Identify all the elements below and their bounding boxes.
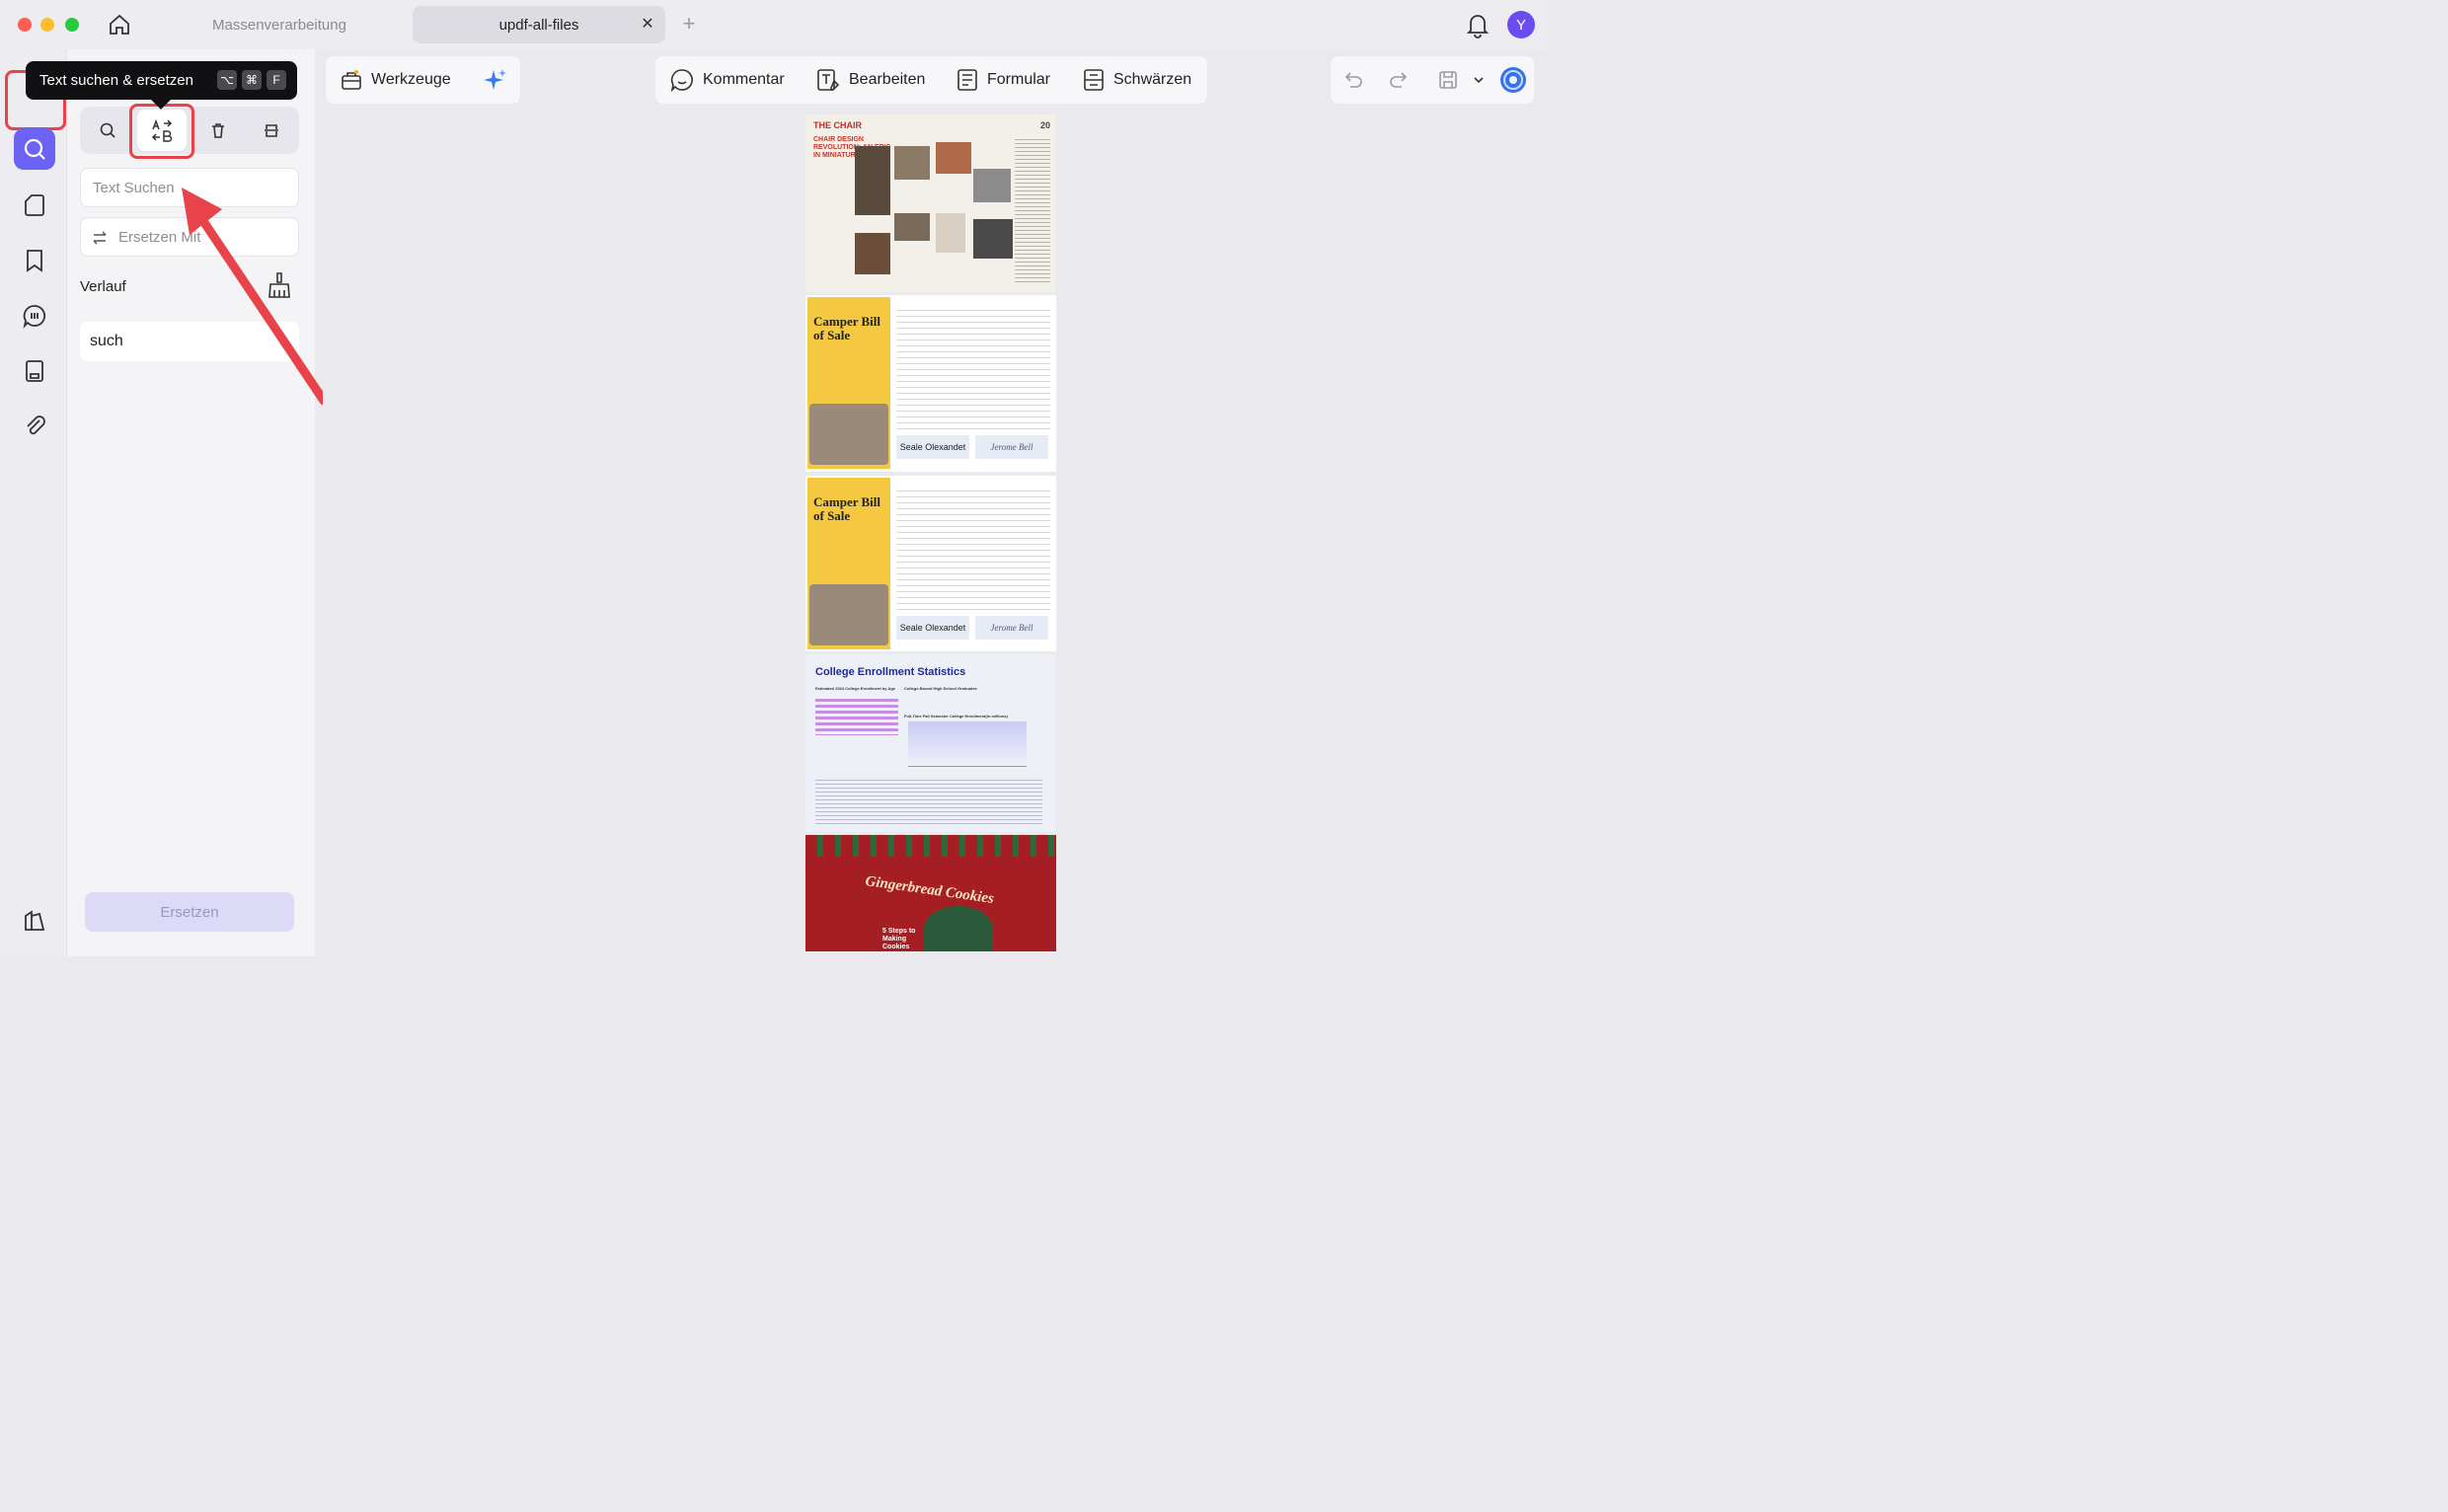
page1-image xyxy=(855,233,890,274)
page5-decoration xyxy=(805,835,1056,857)
page4-subtitle-1: Estimated 2024 College Enrollment by Age xyxy=(815,686,895,691)
redact-icon xyxy=(1084,69,1104,91)
form-button[interactable]: Formular xyxy=(956,56,1050,104)
page1-image xyxy=(894,146,930,180)
history-item-label: such xyxy=(90,333,123,349)
tab-label: Massenverarbeitung xyxy=(212,16,346,34)
page5-title: Gingerbread Cookies xyxy=(864,872,995,908)
page-thumbnail-1[interactable]: THE CHAIR 20 CHAIR DESIGN REVOLUTION: AN… xyxy=(805,114,1056,292)
swap-icon xyxy=(91,229,109,251)
main-toolbar: Kommentar Bearbeiten Formular Schwärzen xyxy=(655,56,1207,104)
home-icon[interactable] xyxy=(105,10,134,39)
page3-text-block xyxy=(896,486,1050,612)
page1-image xyxy=(855,146,890,215)
page3-title: Camper Bill of Sale xyxy=(813,494,881,523)
edit-label: Bearbeiten xyxy=(849,71,926,88)
form-label: Formular xyxy=(987,71,1051,88)
camper-image xyxy=(809,404,888,465)
layers-icon[interactable] xyxy=(22,908,47,939)
chevron-down-icon[interactable] xyxy=(1473,56,1485,104)
page-thumbnail-5[interactable]: Gingerbread Cookies 5 Steps to Making Co… xyxy=(805,835,1056,951)
title-bar: Massenverarbeitung updf-all-files ✕ + Y xyxy=(0,0,1548,49)
tools-group: Werkzeuge xyxy=(326,56,520,104)
option-key: ⌥ xyxy=(217,70,237,90)
tools-button[interactable]: Werkzeuge xyxy=(340,56,451,104)
zoom-window-button[interactable] xyxy=(65,18,79,32)
close-window-button[interactable] xyxy=(18,18,32,32)
tooltip: Text suchen & ersetzen ⌥ ⌘ F xyxy=(26,61,297,100)
redo-icon[interactable] xyxy=(1388,56,1410,104)
edit-button[interactable]: Bearbeiten xyxy=(815,56,925,104)
page-thumbnail-2[interactable]: Camper Bill of Sale Seale Olexandet Jero… xyxy=(805,295,1056,472)
page-thumbnail-4[interactable]: College Enrollment Statistics Estimated … xyxy=(805,654,1056,832)
form-icon xyxy=(957,69,977,91)
search-mode-button[interactable] xyxy=(83,110,132,151)
save-icon[interactable] xyxy=(1437,56,1459,104)
redact-mode-icon[interactable] xyxy=(247,110,296,151)
minimize-window-button[interactable] xyxy=(40,18,54,32)
gingerbread-man-image xyxy=(924,906,993,951)
redact-button[interactable]: Schwärzen xyxy=(1082,56,1191,104)
page4-subtitle-3: Full-Time Fall Semester College Enrollme… xyxy=(904,714,1008,718)
replace-mode-highlight-box xyxy=(129,104,194,159)
attachment-page-icon[interactable] xyxy=(14,350,55,392)
page4-bar-chart xyxy=(815,696,898,735)
page-thumbnail-3[interactable]: Camper Bill of Sale Seale Olexandet Jero… xyxy=(805,476,1056,651)
replace-button-label: Ersetzen xyxy=(160,903,219,921)
page1-text-column xyxy=(1015,136,1050,284)
page1-title: THE CHAIR xyxy=(813,120,862,130)
page1-image xyxy=(936,142,971,174)
avatar-letter: Y xyxy=(1515,16,1526,34)
page1-image xyxy=(973,169,1011,202)
page-thumbnail-icon[interactable] xyxy=(14,185,55,226)
bell-icon[interactable] xyxy=(1465,11,1491,38)
seller-signature: Seale Olexandet xyxy=(896,616,969,640)
tab-massenverarbeitung[interactable]: Massenverarbeitung xyxy=(154,6,405,43)
history-label: Verlauf xyxy=(80,278,126,295)
buyer-signature: Jerome Bell xyxy=(975,616,1048,640)
camper-image xyxy=(809,584,888,645)
f-key: F xyxy=(267,70,286,90)
redact-label: Schwärzen xyxy=(1113,71,1192,88)
command-key: ⌘ xyxy=(242,70,262,90)
page2-title: Camper Bill of Sale xyxy=(813,314,881,342)
ai-sparkle-icon[interactable] xyxy=(482,56,509,104)
page4-subtitle-2: College-Bound High School Graduates xyxy=(904,686,977,691)
seller-signature: Seale Olexandet xyxy=(896,435,969,459)
page1-number: 20 xyxy=(1040,120,1051,130)
annotation-arrow xyxy=(182,188,329,406)
undo-icon[interactable] xyxy=(1342,56,1364,104)
search-placeholder: Text Suchen xyxy=(93,179,175,196)
replace-button[interactable]: Ersetzen xyxy=(85,892,294,932)
page2-text-block xyxy=(896,305,1050,431)
right-toolbar xyxy=(1331,56,1534,104)
page4-title: College Enrollment Statistics xyxy=(815,666,966,678)
bookmark-icon[interactable] xyxy=(14,240,55,281)
page1-image xyxy=(936,213,965,253)
page1-image xyxy=(973,219,1013,259)
trash-icon[interactable] xyxy=(193,110,243,151)
close-icon[interactable]: ✕ xyxy=(638,14,657,34)
toolbox-icon xyxy=(342,70,361,90)
ai-assistant-icon[interactable] xyxy=(1498,56,1528,104)
tab-label: updf-all-files xyxy=(498,16,579,34)
comment-icon[interactable] xyxy=(14,295,55,337)
tooltip-text: Text suchen & ersetzen xyxy=(39,72,193,89)
edit-text-icon xyxy=(817,69,840,91)
search-icon[interactable] xyxy=(14,128,55,170)
paperclip-icon[interactable] xyxy=(14,405,55,446)
add-tab-icon[interactable]: + xyxy=(677,11,701,36)
tab-updf-all-files[interactable]: updf-all-files ✕ xyxy=(413,6,665,43)
avatar[interactable]: Y xyxy=(1507,11,1535,38)
comment-icon xyxy=(670,69,693,93)
page4-area-chart xyxy=(908,721,1027,767)
tools-label: Werkzeuge xyxy=(371,71,451,88)
comment-label: Kommentar xyxy=(703,71,785,88)
page1-image xyxy=(894,213,930,241)
buyer-signature: Jerome Bell xyxy=(975,435,1048,459)
page4-notes xyxy=(815,777,1042,824)
comment-button[interactable]: Kommentar xyxy=(669,56,785,104)
